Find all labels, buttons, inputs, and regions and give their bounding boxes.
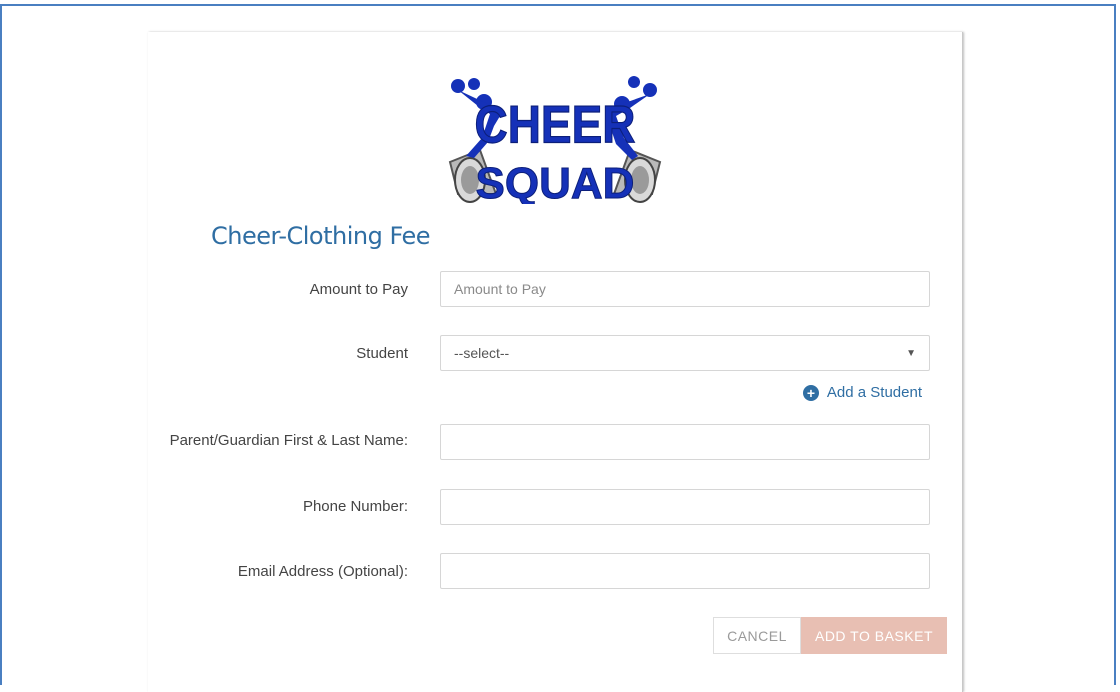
- email-label: Email Address (Optional):: [237, 563, 408, 580]
- phone-input[interactable]: [440, 489, 930, 525]
- student-label: Student: [356, 345, 408, 362]
- svg-text:SQUAD: SQUAD: [476, 159, 635, 204]
- cheer-squad-logo: CHEER SQUAD: [448, 76, 662, 204]
- amount-label: Amount to Pay: [309, 281, 408, 298]
- student-select-value: --select--: [454, 345, 510, 361]
- cancel-button[interactable]: CANCEL: [713, 617, 801, 654]
- phone-label: Phone Number:: [302, 498, 408, 515]
- caret-down-icon: ▼: [906, 347, 916, 359]
- email-input[interactable]: [440, 553, 930, 589]
- parent-name-input[interactable]: [440, 424, 930, 460]
- student-select[interactable]: --select-- ▼: [440, 335, 930, 371]
- add-student-link[interactable]: + Add a Student: [802, 384, 922, 401]
- parent-label: Parent/Guardian First & Last Name:: [169, 432, 408, 449]
- plus-circle-icon: +: [802, 384, 819, 401]
- svg-text:CHEER: CHEER: [474, 95, 635, 155]
- product-card: CHEER SQUAD Cheer-Clothing Fee Amount to…: [148, 32, 963, 692]
- page-title: Cheer-Clothing Fee: [211, 222, 431, 250]
- add-to-basket-button[interactable]: ADD TO BASKET: [801, 617, 947, 654]
- add-student-label: Add a Student: [826, 384, 922, 401]
- amount-input[interactable]: [440, 271, 930, 307]
